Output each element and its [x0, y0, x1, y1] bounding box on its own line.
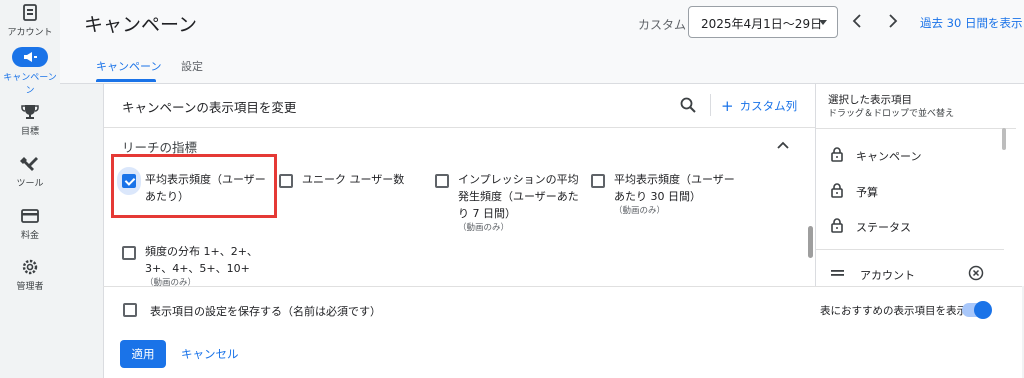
- rail-label-campaign: キャンペーン: [3, 73, 57, 83]
- selected-item-label: アカウント: [860, 269, 915, 282]
- lock-icon: [831, 218, 843, 233]
- rail-label-account: アカウント: [7, 28, 53, 38]
- rail-item-account[interactable]: アカウント: [0, 4, 60, 38]
- option-label: 平均表示頻度（ユーザーあたり 30 日間）: [614, 173, 735, 203]
- plus-icon: +: [721, 97, 734, 115]
- checkbox-unique-users[interactable]: [279, 174, 293, 188]
- option-avg-impression-frequency-7d[interactable]: インプレッションの平均発生頻度（ユーザーあたり 7 日間） （動画のみ）: [458, 171, 588, 234]
- rail-item-billing[interactable]: 料金: [0, 207, 60, 241]
- option-label: インプレッションの平均発生頻度（ユーザーあたり 7 日間）: [458, 173, 579, 220]
- option-label: 頻度の分布 1+、2+、3+、4+、5+、10+: [145, 245, 258, 275]
- panel-header: キャンペーンの表示項目を変更 + カスタム列: [104, 84, 816, 128]
- left-rail: アカウント キャンペーン ン 目標 ツール 料金 管理者: [0, 0, 60, 378]
- option-frequency-distribution[interactable]: 頻度の分布 1+、2+、3+、4+、5+、10+ （動画のみ）: [145, 243, 275, 289]
- panel-title: キャンペーンの表示項目を変更: [122, 100, 297, 115]
- checkbox-save-columns[interactable]: [123, 303, 137, 317]
- panel-scrollbar[interactable]: [808, 226, 813, 258]
- panel-footer: [103, 287, 1022, 378]
- option-unique-users[interactable]: ユニーク ユーザー数: [302, 171, 432, 188]
- checkbox-avg-impression-frequency-7d[interactable]: [435, 174, 449, 188]
- divider: [816, 249, 1004, 250]
- gear-icon: [22, 259, 38, 275]
- header: キャンペーン カスタム 2025年4月1日〜29日 過去 30 日間を表示: [60, 0, 1024, 46]
- active-tab-indicator: [96, 79, 156, 82]
- apply-button[interactable]: 適用: [120, 340, 166, 368]
- lock-icon: [831, 183, 843, 198]
- checkbox-avg-frequency-30d[interactable]: [591, 174, 605, 188]
- rail-item-goals[interactable]: 目標: [0, 103, 60, 137]
- remove-circle-icon[interactable]: [968, 265, 984, 281]
- tab-campaign[interactable]: キャンペーン: [96, 58, 161, 74]
- save-columns-label[interactable]: 表示項目の設定を保存する（名前は必須です）: [150, 303, 381, 319]
- selected-columns-panel: 選択した表示項目 ドラッグ＆ドロップで並べ替え キャンペーン 予算 ステータス …: [815, 84, 1024, 286]
- date-mode-label: カスタム: [638, 18, 687, 32]
- custom-column-button[interactable]: + カスタム列: [721, 97, 797, 115]
- tab-bar: キャンペーン 設定: [60, 46, 1024, 84]
- recommended-columns-toggle[interactable]: [962, 301, 992, 319]
- selected-scrollbar[interactable]: [1002, 128, 1006, 150]
- past-30-days-link[interactable]: 過去 30 日間を表示: [920, 15, 1022, 31]
- rail-label-goals: 目標: [20, 127, 39, 137]
- option-sub-label: （動画のみ）: [614, 206, 666, 216]
- custom-column-label: カスタム列: [739, 99, 798, 113]
- trophy-icon: [21, 105, 39, 119]
- selected-columns-title: 選択した表示項目: [828, 94, 912, 106]
- option-sub-label: （動画のみ）: [458, 223, 510, 233]
- chevron-left-icon[interactable]: [850, 13, 864, 29]
- option-avg-frequency-30d[interactable]: 平均表示頻度（ユーザーあたり 30 日間） （動画のみ）: [614, 171, 744, 217]
- search-icon[interactable]: [679, 96, 697, 114]
- page-title: キャンペーン: [84, 14, 198, 36]
- checkbox-frequency-distribution[interactable]: [122, 246, 136, 260]
- campaign-megaphone-icon: [24, 52, 37, 62]
- rail-item-tools[interactable]: ツール: [0, 155, 60, 189]
- drag-handle-icon[interactable]: [830, 265, 846, 281]
- rail-label-billing: 料金: [20, 231, 39, 241]
- selected-item-label: 予算: [856, 186, 878, 199]
- recommended-columns-label: 表におすすめの表示項目を表示: [820, 305, 967, 317]
- chevron-right-icon[interactable]: [886, 13, 900, 29]
- cancel-button[interactable]: キャンセル: [181, 346, 239, 362]
- annotation-highlight-box: [111, 154, 277, 218]
- account-icon: [23, 4, 37, 21]
- date-range-value: 2025年4月1日〜29日: [701, 17, 823, 31]
- divider: [816, 128, 1016, 129]
- rail-item-admin[interactable]: 管理者: [0, 258, 60, 292]
- rail-label-campaign-wrap: ン: [25, 86, 35, 96]
- chevron-up-icon[interactable]: [776, 140, 790, 150]
- selected-columns-subtitle: ドラッグ＆ドロップで並べ替え: [828, 109, 955, 119]
- tab-settings[interactable]: 設定: [181, 58, 203, 74]
- divider: [710, 94, 711, 116]
- caret-down-icon: [819, 20, 827, 25]
- selected-item-label: キャンペーン: [856, 150, 922, 163]
- selected-item-label: ステータス: [856, 221, 911, 234]
- date-range-select[interactable]: 2025年4月1日〜29日: [688, 6, 838, 38]
- rail-item-campaign[interactable]: キャンペーン ン: [0, 47, 60, 96]
- tools-icon: [20, 157, 38, 171]
- rail-label-admin: 管理者: [16, 282, 44, 292]
- rail-label-tools: ツール: [16, 179, 44, 189]
- credit-card-icon: [21, 209, 39, 223]
- lock-icon: [831, 147, 843, 162]
